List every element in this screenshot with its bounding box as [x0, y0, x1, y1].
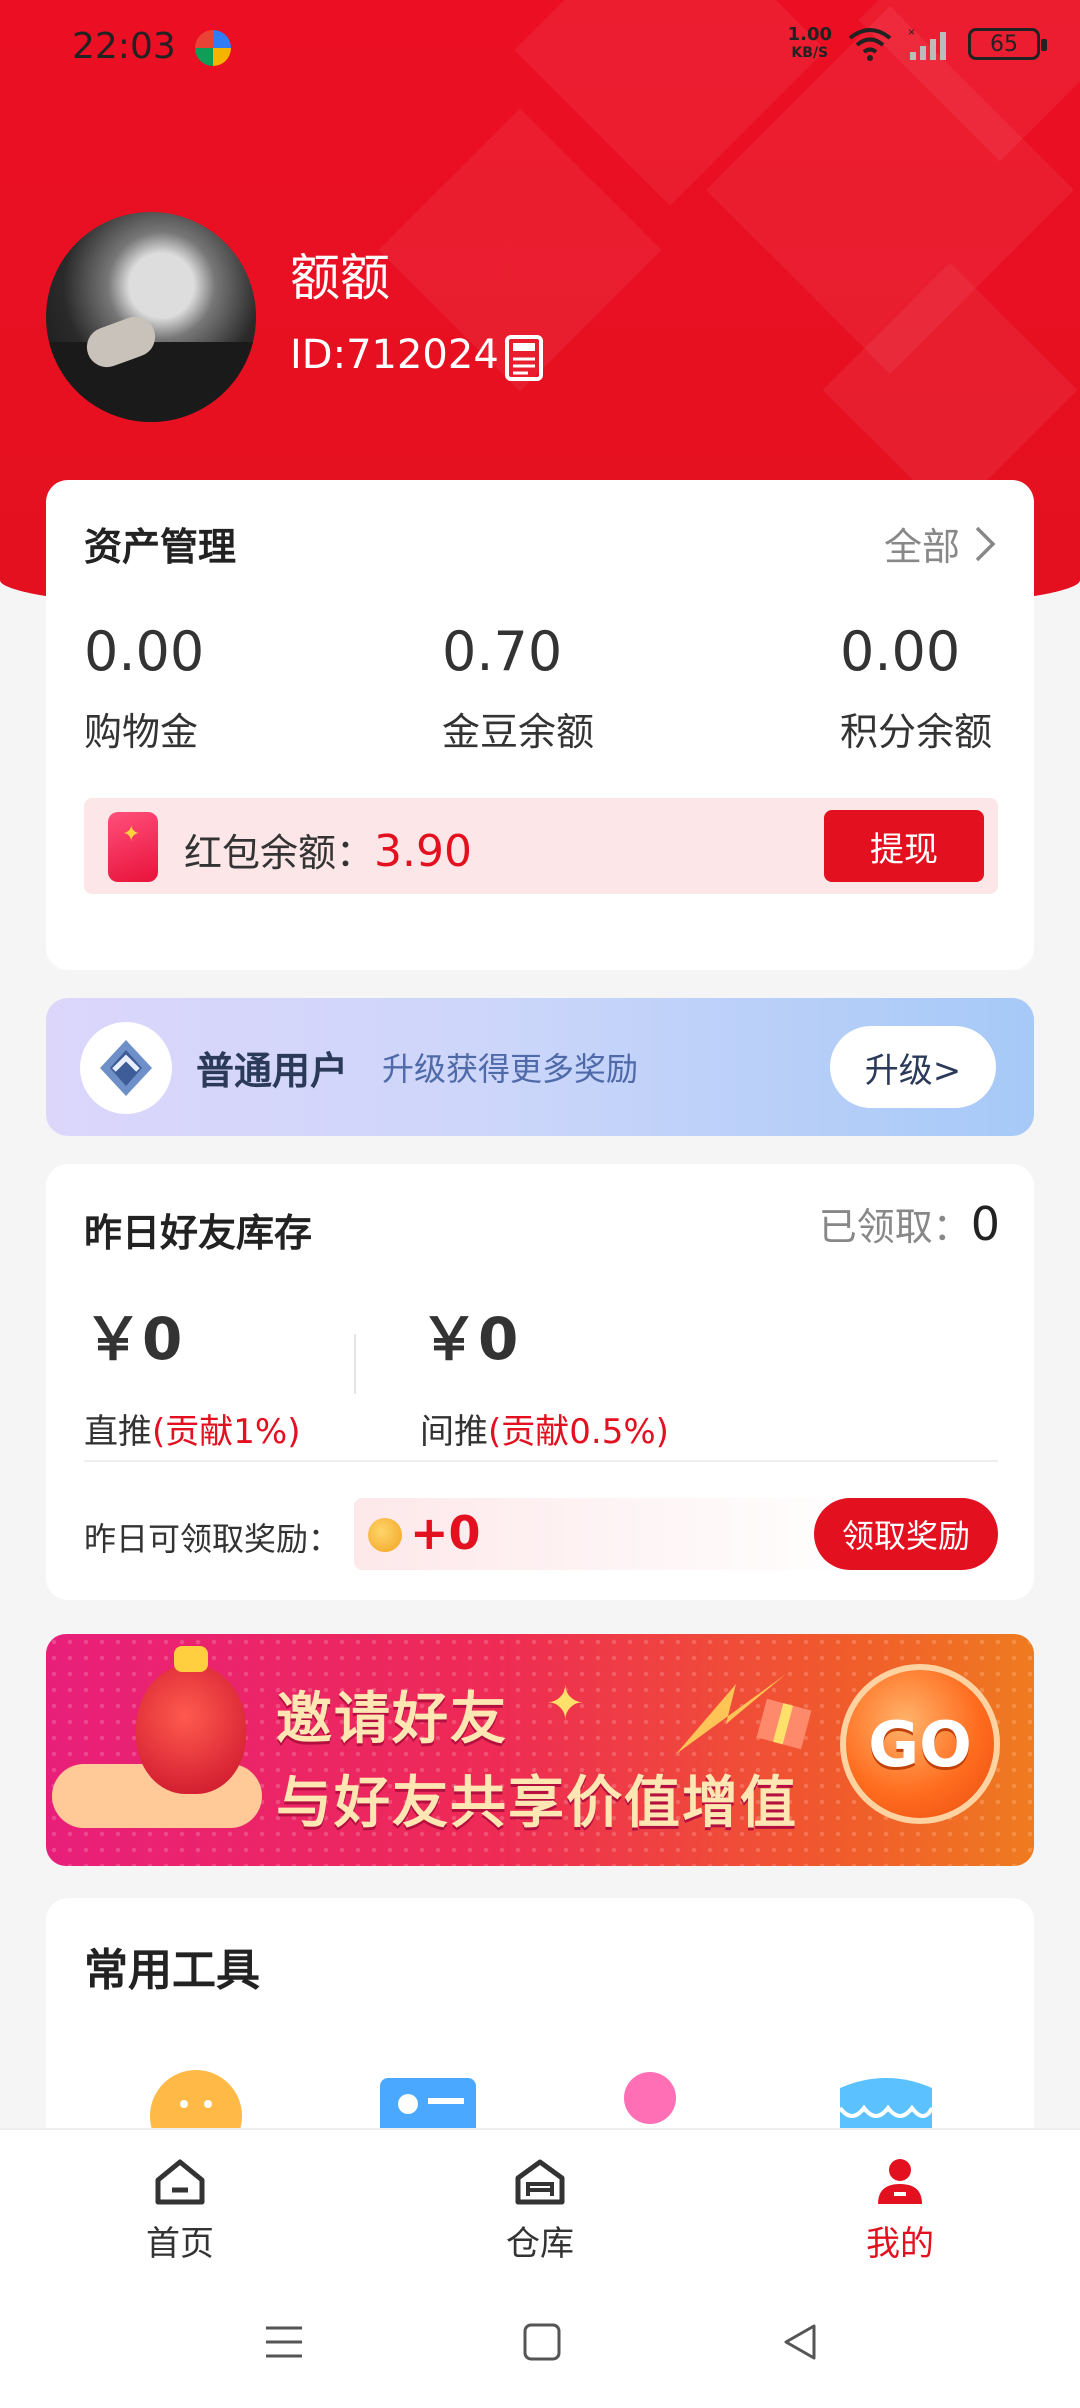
tools-card: 常用工具	[46, 1898, 1034, 2162]
asset-label: 积分余额	[840, 710, 993, 754]
tools-title: 常用工具	[84, 1945, 260, 1996]
asset-label: 金豆余额	[442, 710, 595, 754]
membership-card[interactable]: 普通用户 升级获得更多奖励 升级>	[46, 998, 1034, 1136]
asset-all-label: 全部	[883, 525, 960, 569]
status-time: 22:03	[72, 26, 176, 67]
red-packet-value: 3.90	[374, 826, 472, 877]
indirect-value: ￥0	[420, 1305, 519, 1373]
nav-home-label: 首页	[146, 2224, 214, 2264]
net-speed-value: 1.00	[787, 24, 832, 45]
friends-title: 昨日好友库存	[84, 1211, 313, 1255]
claimed-value: 0	[970, 1197, 1000, 1251]
direct-label-row: 直推(贡献1%)	[84, 1404, 300, 1453]
nav-profile-label: 我的	[866, 2224, 934, 2264]
money-bag-icon	[136, 1646, 246, 1794]
battery-level: 65	[990, 31, 1018, 57]
direct-rate: (贡献1%)	[152, 1412, 301, 1452]
friends-inventory-card: 昨日好友库存 已领取：0 ￥0 直推(贡献1%) ￥0 间推(贡献0.5%) 昨…	[46, 1164, 1034, 1600]
indirect-label: 间推	[420, 1412, 488, 1452]
signal-icon: ×	[908, 26, 946, 60]
tool-pin[interactable]	[620, 2068, 680, 2132]
profile-icon	[878, 2159, 922, 2204]
asset-shopping-credit[interactable]: 0.00 购物金	[84, 620, 204, 756]
warehouse-icon	[515, 2159, 565, 2205]
asset-value: 0.00	[84, 620, 205, 683]
asset-value: 0.00	[840, 620, 961, 683]
asset-gold-beans[interactable]: 0.70 金豆余额	[442, 620, 594, 756]
username: 额额	[290, 249, 390, 307]
system-nav-bar	[0, 2278, 1080, 2408]
svg-text:×: ×	[908, 26, 915, 39]
red-packet-icon	[108, 812, 158, 882]
nav-warehouse-label: 仓库	[506, 2224, 574, 2264]
asset-all-link[interactable]: 全部	[884, 516, 996, 571]
go-button[interactable]: GO	[840, 1664, 1000, 1824]
banner-headline: 邀请好友	[276, 1687, 508, 1752]
divider	[354, 1334, 356, 1394]
menu-icon[interactable]	[264, 2322, 304, 2362]
claimed-summary: 已领取：0	[819, 1196, 1000, 1251]
indirect-label-row: 间推(贡献0.5%)	[420, 1404, 669, 1453]
asset-title: 资产管理	[84, 525, 237, 569]
red-packet-label: 红包余额：	[184, 831, 375, 875]
avatar[interactable]	[46, 212, 256, 422]
net-speed: 1.00 KB/S	[788, 26, 832, 62]
member-badge-icon	[80, 1022, 172, 1114]
chevron-right-icon	[975, 526, 996, 561]
claim-reward-button[interactable]: 领取奖励	[814, 1498, 998, 1570]
member-level: 普通用户	[196, 1049, 349, 1093]
home-square-icon[interactable]	[522, 2322, 562, 2362]
indirect-referral: ￥0 间推(贡献0.5%)	[420, 1292, 669, 1453]
sparkle-icon: ✦	[546, 1676, 585, 1730]
indirect-rate: (贡献0.5%)	[488, 1412, 669, 1452]
gift-box-icon	[676, 1674, 812, 1754]
nav-profile[interactable]: 我的	[810, 2156, 990, 2265]
gold-bean-icon	[368, 1518, 402, 1552]
invite-banner[interactable]: 邀请好友 与好友共享价值增值 ✦ GO	[46, 1634, 1034, 1866]
withdraw-button[interactable]: 提现	[824, 810, 984, 882]
claimed-label: 已领取：	[818, 1205, 971, 1249]
back-icon[interactable]	[780, 2322, 820, 2362]
app-notification-icon	[195, 30, 231, 66]
reward-row: 昨日可领取奖励： +0 领取奖励	[84, 1498, 998, 1570]
status-bar: 22:03 1.00 KB/S × 65	[0, 0, 1080, 100]
home-icon	[155, 2159, 205, 2205]
direct-label: 直推	[84, 1412, 152, 1452]
avatar-figure	[46, 342, 256, 422]
news-icon[interactable]	[504, 334, 548, 382]
net-speed-unit: KB/S	[791, 45, 829, 61]
asset-value: 0.70	[442, 620, 563, 683]
nav-warehouse[interactable]: 仓库	[450, 2156, 630, 2265]
pin-tool-icon	[624, 2072, 676, 2124]
user-id: ID:712024	[290, 332, 499, 378]
status-icons: 1.00 KB/S × 65	[788, 26, 1047, 62]
member-level-icon	[100, 1040, 152, 1096]
reward-label: 昨日可领取奖励：	[84, 1520, 341, 1558]
direct-value: ￥0	[84, 1305, 183, 1373]
divider	[84, 1460, 998, 1462]
battery-icon: 65	[968, 28, 1047, 60]
red-packet-balance: 红包余额：3.90	[184, 822, 472, 877]
asset-points[interactable]: 0.00 积分余额	[840, 620, 992, 756]
nav-home[interactable]: 首页	[90, 2156, 270, 2265]
asset-label: 购物金	[84, 710, 199, 754]
red-packet-row: 红包余额：3.90 提现	[84, 798, 998, 894]
asset-card: 资产管理 全部 0.00 购物金 0.70 金豆余额 0.00 积分余额 红包余…	[46, 480, 1034, 970]
wifi-icon	[848, 28, 892, 61]
direct-referral: ￥0 直推(贡献1%)	[84, 1292, 300, 1453]
bottom-nav: 首页 仓库 我的	[0, 2128, 1080, 2278]
upgrade-button[interactable]: 升级>	[830, 1026, 996, 1108]
reward-value: +0	[410, 1506, 481, 1560]
member-subtitle: 升级获得更多奖励	[382, 1050, 639, 1088]
